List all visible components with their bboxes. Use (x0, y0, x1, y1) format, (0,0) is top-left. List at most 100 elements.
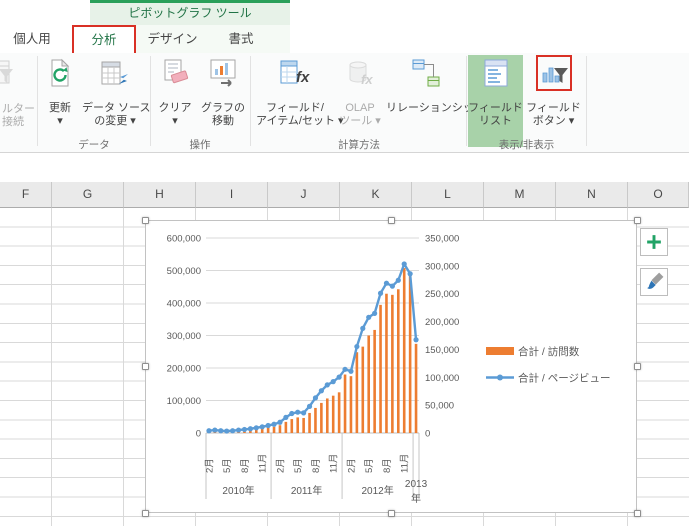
pageviews-point[interactable] (253, 425, 259, 431)
visits-bar[interactable] (385, 293, 388, 433)
chart-selection-handle[interactable] (387, 216, 395, 224)
visits-bar[interactable] (379, 304, 382, 433)
visits-bar[interactable] (302, 417, 305, 433)
change-data-source-button[interactable]: データ ソース の変更 ▾ (82, 55, 151, 147)
visits-bar[interactable] (314, 407, 317, 433)
visits-bar[interactable] (296, 417, 300, 433)
pageviews-point[interactable] (336, 374, 342, 380)
pageviews-point[interactable] (289, 410, 295, 417)
pageviews-point[interactable] (241, 426, 248, 433)
relationships-button[interactable]: リレーションシップ (386, 55, 485, 147)
column-header-I[interactable]: I (196, 182, 268, 208)
olap-tools-button[interactable]: fx OLAP ツール ▾ (336, 55, 384, 147)
clear-button[interactable]: クリア ▾ (154, 55, 196, 147)
pageviews-point[interactable] (301, 410, 307, 416)
pageviews-point[interactable] (377, 290, 384, 296)
visits-bar[interactable] (391, 294, 394, 433)
pageviews-point[interactable] (306, 403, 313, 409)
chart-selection-handle[interactable] (633, 509, 641, 517)
chart-styles-button[interactable] (640, 268, 668, 296)
pageviews-point[interactable] (247, 426, 253, 432)
pageviews-point[interactable] (348, 368, 354, 374)
field-list-button[interactable]: フィールド リスト (468, 55, 523, 147)
tab-design[interactable]: デザイン (145, 26, 200, 53)
visits-bar[interactable] (396, 289, 400, 433)
pageviews-point[interactable] (401, 261, 407, 267)
visits-bar[interactable] (325, 398, 329, 433)
pageviews-point[interactable] (271, 421, 277, 427)
visits-bar[interactable] (408, 275, 412, 433)
column-header-F[interactable]: F (0, 182, 52, 208)
column-header-N[interactable]: N (556, 182, 628, 208)
visits-bar[interactable] (284, 421, 288, 433)
legend-label-pageviews[interactable]: 合計 / ページビュー (518, 372, 611, 385)
tab-analyze[interactable]: 分析 (72, 25, 136, 55)
pageviews-point[interactable] (206, 428, 212, 434)
pageviews-point[interactable] (295, 409, 301, 415)
pageviews-point[interactable] (413, 337, 419, 343)
visits-bar[interactable] (349, 376, 353, 433)
column-header-G[interactable]: G (52, 182, 124, 208)
legend-label-visits[interactable]: 合計 / 訪問数 (518, 345, 580, 358)
filter-connections-button-partial[interactable]: ィルター接続 (0, 103, 36, 129)
pageviews-point[interactable] (312, 395, 319, 401)
pageviews-point[interactable] (283, 414, 289, 420)
pageviews-point[interactable] (212, 427, 218, 433)
pageviews-point[interactable] (395, 277, 401, 283)
tab-format[interactable]: 書式 (222, 26, 260, 53)
tab-personal[interactable]: 個人用 (8, 26, 56, 53)
pageviews-point[interactable] (366, 314, 372, 320)
pageviews-point[interactable] (354, 343, 360, 350)
visits-bar[interactable] (373, 329, 376, 433)
field-buttons-button[interactable]: フィールド ボタン ▾ (525, 55, 582, 147)
pageviews-point[interactable] (389, 283, 395, 289)
chart-selection-handle[interactable] (387, 509, 395, 517)
pivot-chart[interactable]: 0 100,000 200,000 300,000 400,000 500,000 600,… (145, 220, 637, 513)
pageviews-point[interactable] (342, 366, 348, 372)
column-header-H[interactable]: H (124, 182, 196, 208)
visits-bar[interactable] (414, 343, 418, 433)
legend-bar-swatch[interactable] (486, 347, 514, 355)
chart-selection-handle[interactable] (141, 509, 149, 517)
pageviews-line[interactable] (207, 262, 418, 433)
pageviews-point[interactable] (318, 388, 324, 394)
visits-bar[interactable] (343, 374, 347, 434)
column-header-K[interactable]: K (340, 182, 412, 208)
fields-items-sets-button[interactable]: fx フィールド/アイテム/セット ▾ (256, 55, 344, 147)
column-header-J[interactable]: J (268, 182, 340, 208)
visits-bar[interactable] (290, 419, 294, 433)
column-header-M[interactable]: M (484, 182, 556, 208)
pageviews-point[interactable] (330, 379, 336, 385)
visits-bar[interactable] (308, 412, 311, 433)
visits-bar[interactable] (320, 402, 323, 433)
chart-selection-handle[interactable] (141, 362, 149, 370)
move-chart-button[interactable]: グラフの 移動 (198, 55, 248, 147)
pageviews-point[interactable] (259, 424, 265, 430)
pageviews-point[interactable] (265, 422, 271, 429)
pageviews-point[interactable] (372, 310, 378, 316)
pageviews-point[interactable] (360, 325, 366, 331)
chart-selection-handle[interactable] (141, 216, 149, 224)
visits-bar[interactable] (367, 335, 371, 434)
visits-bar[interactable] (331, 395, 335, 433)
chart-elements-button[interactable] (640, 228, 668, 256)
pageviews-point[interactable] (407, 271, 413, 277)
visits-bar[interactable] (402, 268, 406, 433)
pageviews-point[interactable] (230, 428, 236, 434)
visits-bar[interactable] (272, 426, 276, 433)
pageviews-point[interactable] (224, 428, 230, 434)
visits-bar[interactable] (355, 352, 359, 433)
visits-bar[interactable] (337, 392, 341, 433)
refresh-button[interactable]: 更新 ▾ (40, 55, 80, 147)
column-header-O[interactable]: O (628, 182, 689, 208)
chart-selection-handle[interactable] (633, 216, 641, 224)
chart-selection-handle[interactable] (633, 362, 641, 370)
pageviews-point[interactable] (218, 428, 224, 434)
pageviews-point[interactable] (324, 382, 330, 388)
visits-bar[interactable] (278, 425, 282, 433)
column-header-L[interactable]: L (412, 182, 484, 208)
pageviews-point[interactable] (383, 280, 390, 286)
pageviews-point[interactable] (277, 419, 283, 425)
pageviews-point[interactable] (235, 427, 242, 433)
visits-bar[interactable] (361, 346, 365, 433)
